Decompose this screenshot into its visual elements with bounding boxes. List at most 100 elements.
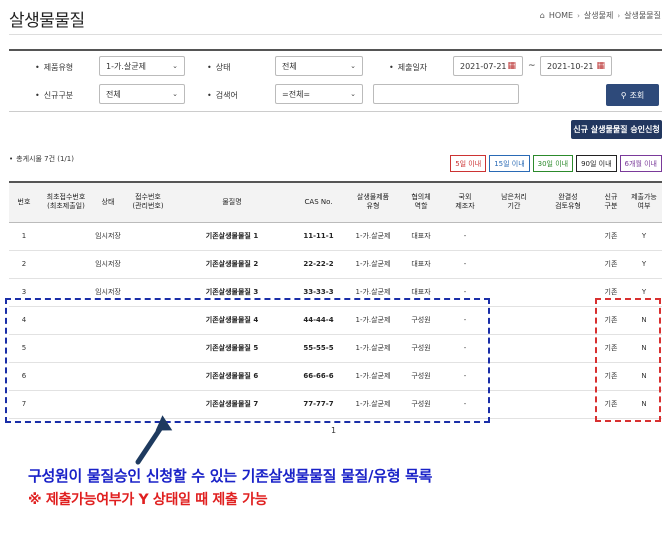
cell-cas: 22-22-2: [291, 250, 346, 279]
filter-button[interactable]: 90일 이내: [576, 155, 617, 172]
cell-status: 임시저장: [93, 250, 123, 279]
cell-status: 임시저장: [93, 222, 123, 251]
column-header: 협의체 역할: [400, 182, 442, 223]
cell-remaining: [488, 250, 540, 279]
table-row[interactable]: 1 임시저장 기존살생물물질 1 11-11-1 1-가.살균제 대표자 - 기존 Y: [9, 222, 662, 251]
date-from-input[interactable]: 2021-07-21 ▦: [453, 56, 523, 76]
calendar-icon[interactable]: ▦: [507, 61, 516, 71]
status-select[interactable]: 전체 ⌄: [275, 56, 363, 76]
keyword-type-value: =전체=: [282, 89, 311, 99]
search-icon: ⚲: [620, 90, 627, 100]
date-to-value: 2021-10-21: [547, 61, 594, 71]
breadcrumb-level2[interactable]: 살생물물질: [624, 10, 661, 21]
column-header: 제출가능 여부: [626, 182, 662, 223]
cell-submittable: Y: [626, 222, 662, 251]
home-icon[interactable]: ⌂: [540, 11, 545, 20]
table-header-row: 번호 최초접수번호 (최초제출일) 상태 접수번호 (관리번호) 물질명 CAS No. 살…: [9, 182, 662, 223]
status-label: 상태: [207, 62, 231, 73]
total-count: 총게시물 7건 (1/1): [9, 154, 74, 164]
cell-remaining: [488, 334, 540, 363]
date-range-tilde: ~: [528, 61, 536, 71]
cell-first-receipt: [39, 222, 93, 251]
keyword-label: 검색어: [207, 90, 238, 101]
cell-completeness: [540, 250, 596, 279]
chevron-right-icon: ›: [617, 11, 621, 20]
cell-first-receipt: [39, 250, 93, 279]
search-button-label: 조회: [629, 90, 645, 100]
new-type-select[interactable]: 전체 ⌄: [99, 84, 185, 104]
product-type-value: 1-가.살균제: [106, 61, 146, 71]
cell-new-type: 기존: [596, 222, 626, 251]
cell-no: 1: [9, 222, 39, 251]
column-header: 남은처리 기간: [488, 182, 540, 223]
cell-submittable: Y: [626, 250, 662, 279]
column-header: CAS No.: [291, 182, 346, 223]
title-divider: [9, 34, 662, 35]
filter-button[interactable]: 15일 이내: [489, 155, 530, 172]
cell-foreign-maker: -: [442, 250, 488, 279]
cell-no: 2: [9, 250, 39, 279]
date-from-value: 2021-07-21: [460, 61, 507, 71]
cell-cas: 11-11-1: [291, 222, 346, 251]
new-biocide-apply-button[interactable]: 신규 살생물물질 승인신청: [571, 120, 662, 139]
cell-new-type: 기존: [596, 250, 626, 279]
new-type-label: 신규구분: [35, 90, 73, 101]
search-panel: 제품유형 1-가.살균제 ⌄ 상태 전체 ⌄ 제출일자 2021-07-21 ▦…: [9, 49, 662, 112]
chevron-right-icon: ›: [577, 11, 580, 20]
annotation-caption-note: ※ 제출가능여부가 Y 상태일 때 제출 가능: [28, 492, 268, 508]
cell-completeness: [540, 278, 596, 307]
cell-remaining: [488, 278, 540, 307]
cell-material[interactable]: 기존살생물물질 2: [173, 250, 291, 279]
cell-product-type: 1-가.살균제: [346, 222, 400, 251]
product-type-select[interactable]: 1-가.살균제 ⌄: [99, 56, 185, 76]
cell-completeness: [540, 362, 596, 391]
column-header: 번호: [9, 182, 39, 223]
cell-remaining: [488, 362, 540, 391]
column-header: 물질명: [173, 182, 291, 223]
search-button[interactable]: ⚲ 조회: [606, 84, 659, 106]
cell-remaining: [488, 222, 540, 251]
filter-button[interactable]: 5일 이내: [450, 155, 487, 172]
cell-completeness: [540, 390, 596, 419]
keyword-input[interactable]: [373, 84, 519, 104]
breadcrumb-level1[interactable]: 살생물제: [584, 10, 613, 21]
product-type-label: 제품유형: [35, 62, 73, 73]
column-header: 살생물제품 유형: [346, 182, 400, 223]
cell-completeness: [540, 334, 596, 363]
column-header: 신규 구분: [596, 182, 626, 223]
page-title: 살생물물질: [9, 11, 85, 31]
column-header: 국외 제조자: [442, 182, 488, 223]
column-header: 접수번호 (관리번호): [123, 182, 173, 223]
filter-button[interactable]: 6개월 이내: [619, 155, 662, 172]
table-row[interactable]: 2 임시저장 기존살생물물질 2 22-22-2 1-가.살균제 대표자 - 기존 Y: [9, 250, 662, 279]
cell-product-type: 1-가.살균제: [346, 250, 400, 279]
cell-remaining: [488, 306, 540, 335]
chevron-down-icon: ⌄: [172, 62, 178, 70]
cell-remaining: [488, 390, 540, 419]
new-type-value: 전체: [106, 89, 121, 99]
column-header: 상태: [93, 182, 123, 223]
member-rows-highlight: [5, 298, 490, 423]
keyword-type-select[interactable]: =전체= ⌄: [275, 84, 363, 104]
chevron-down-icon: ⌄: [172, 90, 178, 98]
chevron-down-icon: ⌄: [350, 62, 356, 70]
cell-material[interactable]: 기존살생물물질 1: [173, 222, 291, 251]
pagination-current[interactable]: 1: [331, 426, 336, 435]
chevron-down-icon: ⌄: [350, 90, 356, 98]
cell-completeness: [540, 222, 596, 251]
cell-role: 대표자: [400, 250, 442, 279]
filter-button[interactable]: 30일 이내: [532, 155, 574, 172]
cell-role: 대표자: [400, 222, 442, 251]
breadcrumb: ⌂ HOME › 살생물제 › 살생물물질: [540, 10, 661, 21]
submittable-column-highlight: [595, 298, 661, 422]
cell-receipt: [123, 250, 173, 279]
column-header: 완결성 검토유형: [540, 182, 596, 223]
status-value: 전체: [282, 61, 297, 71]
date-to-input[interactable]: 2021-10-21 ▦: [540, 56, 612, 76]
cell-receipt: [123, 222, 173, 251]
calendar-icon[interactable]: ▦: [596, 61, 605, 71]
cell-completeness: [540, 306, 596, 335]
annotation-arrow-icon: [135, 415, 173, 465]
breadcrumb-home[interactable]: HOME: [549, 11, 573, 20]
cell-foreign-maker: -: [442, 222, 488, 251]
